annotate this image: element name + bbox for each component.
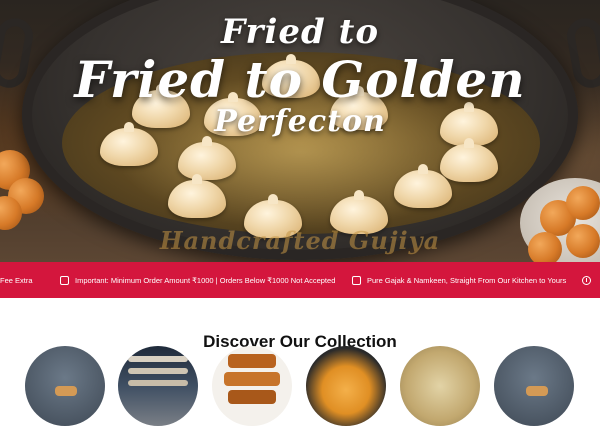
collection-heading: Discover Our Collection [203,332,397,352]
gajak-bar-icon [228,390,276,404]
gujiya-piece [394,164,452,208]
home-kitchen-icon [352,275,361,285]
shelf-icon [128,368,188,374]
gajak-bar-icon [228,354,276,368]
gujiya-piece [178,136,236,180]
info-box-icon [60,275,69,285]
collection-item-2[interactable] [118,346,198,426]
announcement-item: Fee Extra [0,262,33,298]
hero-title-line-3: Perfecton [214,104,386,139]
announcement-item: Important: Minimum Order Amount ₹1000 | … [60,262,335,298]
gujiya-icon [55,386,77,396]
announcement-text: Pure Gajak & Namkeen, Straight From Our … [367,275,567,285]
collection-item-6[interactable] [494,346,574,426]
gujiya-piece [440,138,498,182]
announcement-text: Important: Minimum Order Amount ₹1000 | … [75,275,336,285]
announcement-text: Fee Extra [0,275,33,285]
announcement-item [582,262,597,298]
hero-title-line-1: Fried to [221,12,379,52]
announcement-item: Pure Gajak & Namkeen, Straight From Our … [352,262,566,298]
delivery-icon [582,275,591,285]
hero-title-line-2: Fried to Golden [74,50,526,109]
collection-item-3[interactable] [212,346,292,426]
hero-watermark: Handcrafted Gujiya [159,226,441,255]
gujiya-icon [526,386,548,396]
shelf-icon [128,356,188,362]
collection-item-5[interactable] [400,346,480,426]
shelf-icon [128,380,188,386]
hero-banner: Fried to Fried to Golden Perfecton Handc… [0,0,600,262]
collection-item-4[interactable] [306,346,386,426]
side-sweet [566,186,600,220]
gujiya-piece [168,174,226,218]
announcement-bar: Fee Extra Important: Minimum Order Amoun… [0,262,600,298]
gajak-bar-icon [224,372,280,386]
collection-item-1[interactable] [25,346,105,426]
